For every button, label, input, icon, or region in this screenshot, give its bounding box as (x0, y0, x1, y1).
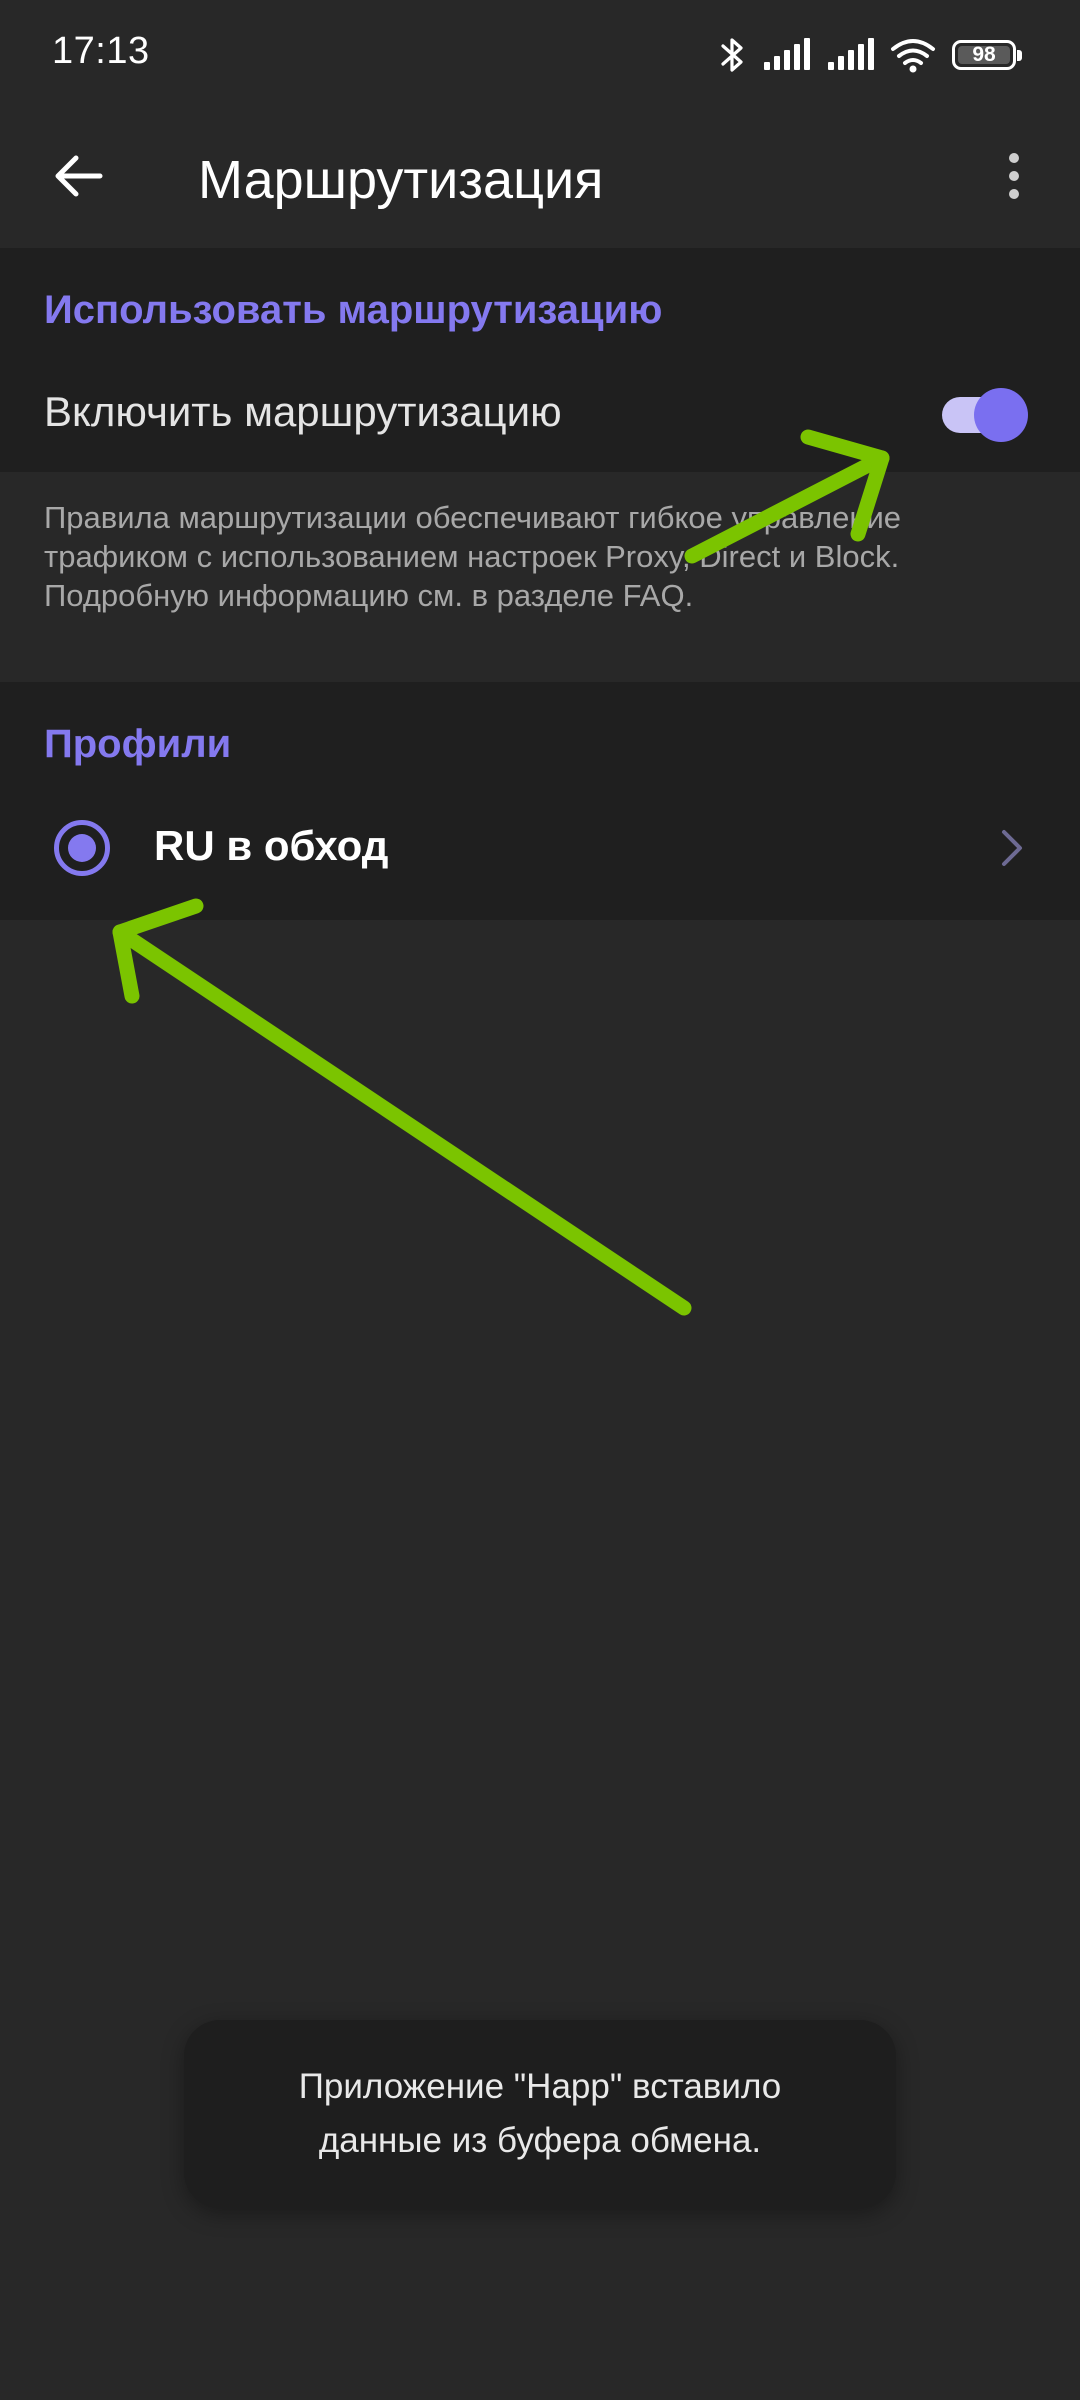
status-bar: 17:13 98 (0, 0, 1080, 110)
routing-description: Правила маршрутизации обеспечивают гибко… (44, 500, 902, 613)
more-options-button[interactable] (984, 142, 1044, 214)
battery-icon: 98 (952, 40, 1022, 70)
profiles-section: Профили RU в обход (0, 682, 1080, 920)
clipboard-toast: Приложение "Happ" вставило данные из буф… (184, 2020, 896, 2208)
status-icons: 98 (720, 30, 1022, 80)
profile-name: RU в обход (154, 822, 389, 869)
routing-section-header: Использовать маршрутизацию (44, 288, 663, 332)
bluetooth-icon (720, 35, 746, 75)
arrow-left-icon (52, 154, 104, 203)
switch-thumb (974, 388, 1028, 442)
battery-level: 98 (972, 43, 996, 66)
radio-selected-dot (68, 834, 96, 862)
toast-message-line-1: Приложение "Happ" вставило (298, 2067, 782, 2106)
signal-icon (826, 38, 874, 72)
profiles-section-header: Профили (44, 722, 232, 766)
enable-routing-row[interactable]: Включить маршрутизацию (0, 368, 1080, 472)
profile-radio-button[interactable] (54, 820, 110, 876)
wifi-icon (890, 37, 936, 73)
more-vertical-icon (1008, 152, 1020, 205)
toast-message-line-2: данные из буфера обмена. (318, 2121, 762, 2160)
enable-routing-switch[interactable] (936, 380, 1028, 442)
signal-icon (762, 38, 810, 72)
back-button[interactable] (42, 142, 114, 214)
profile-item[interactable]: RU в обход (0, 794, 1080, 920)
app-bar: Маршрутизация (0, 110, 1080, 248)
enable-routing-label: Включить маршрутизацию (44, 388, 562, 435)
status-time: 17:13 (52, 30, 150, 72)
routing-section: Использовать маршрутизацию Включить марш… (0, 248, 1080, 472)
chevron-right-icon[interactable] (992, 824, 1032, 872)
annotation-arrow-to-radio (112, 898, 692, 1316)
page-title: Маршрутизация (198, 150, 604, 210)
